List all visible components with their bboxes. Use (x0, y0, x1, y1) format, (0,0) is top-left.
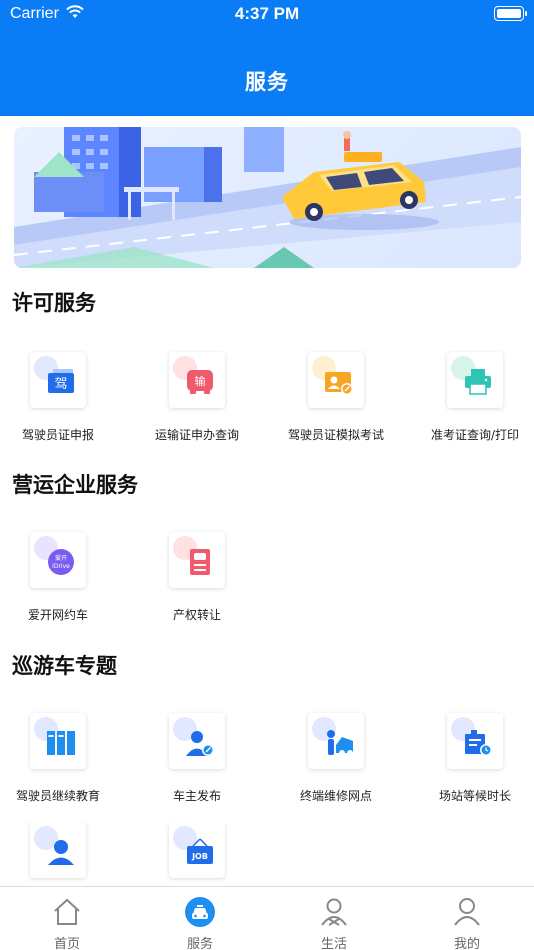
tile-label: 运输证申办查询 (154, 428, 239, 442)
tile-label: 产权转让 (172, 608, 221, 622)
tile-icon-box (169, 532, 225, 588)
svg-text:iDrive: iDrive (52, 563, 70, 570)
tab-label: 生活 (320, 937, 347, 950)
transport-permit-icon: 输 (187, 370, 213, 394)
profile-icon (454, 898, 480, 926)
service-tile-mock-exam[interactable]: 驾驶员证模拟考试 (278, 352, 412, 472)
tile-icon-box (308, 713, 364, 769)
tile-icon-box: 爱开 iDrive (30, 532, 86, 588)
service-tile-job-board[interactable]: JOB (139, 822, 273, 886)
service-tile-owner-publish[interactable]: 车主发布 (139, 713, 273, 833)
service-tile-idrive[interactable]: 爱开 iDrive 爱开网约车 (0, 532, 134, 652)
top-bar: Carrier 4:37 PM 服务 (0, 0, 534, 116)
section-title-cruise-taxi: 巡游车专题 (12, 654, 117, 678)
life-icon (321, 898, 347, 926)
owner-publish-icon (186, 731, 214, 756)
service-tile-station-wait[interactable]: 场站等候时长 (417, 713, 534, 833)
service-tile-driver-license[interactable]: 驾 驾驶员证申报 (0, 352, 134, 472)
banner-illustration (14, 127, 521, 268)
home-icon (54, 898, 80, 925)
mock-exam-icon (325, 372, 353, 395)
battery-icon (494, 6, 527, 21)
service-tile-person[interactable] (0, 822, 134, 886)
status-time: 4:37 PM (234, 4, 300, 23)
tile-label: 驾驶员证模拟考试 (287, 428, 384, 442)
tab-life[interactable]: 生活 (267, 887, 401, 950)
tile-icon-box (447, 352, 503, 408)
tab-services[interactable]: 服务 (133, 887, 267, 950)
tile-icon-box: 驾 (30, 352, 86, 408)
tile-icon-box (169, 713, 225, 769)
tab-label: 服务 (186, 937, 213, 950)
tile-icon-box (308, 352, 364, 408)
books-icon (47, 731, 75, 755)
tile-label: 驾驶员证申报 (21, 428, 94, 442)
service-tile-repair-shop[interactable]: 终端维修网点 (278, 713, 412, 833)
station-wait-icon (465, 730, 492, 756)
ownership-transfer-icon (190, 549, 210, 575)
driver-license-icon: 驾 (48, 369, 74, 393)
printer-icon (465, 369, 491, 395)
svg-text:爱开: 爱开 (55, 554, 67, 562)
section-title-permit: 许可服务 (12, 291, 96, 315)
job-board-icon: JOB (187, 838, 213, 864)
tile-label: 爱开网约车 (27, 608, 88, 622)
service-tile-ownership-transfer[interactable]: 产权转让 (139, 532, 273, 652)
svg-text:输: 输 (195, 374, 206, 388)
promo-banner[interactable] (14, 127, 521, 268)
tile-label: 车主发布 (172, 789, 221, 803)
svg-text:JOB: JOB (191, 852, 208, 861)
tab-profile[interactable]: 我的 (400, 887, 534, 950)
tab-bar: 首页 服务 生活 我的 (0, 886, 534, 950)
tile-icon-box (30, 713, 86, 769)
idrive-icon: 爱开 iDrive (48, 549, 74, 575)
tile-icon-box: 输 (169, 352, 225, 408)
tile-label: 驾驶员继续教育 (15, 789, 100, 803)
tile-icon-box (30, 822, 86, 878)
tab-home[interactable]: 首页 (0, 887, 134, 950)
tile-icon-box (447, 713, 503, 769)
repair-shop-icon (327, 730, 353, 756)
service-tile-continuing-education[interactable]: 驾驶员继续教育 (0, 713, 134, 833)
page-title: 服务 (245, 70, 289, 94)
car-service-icon (185, 897, 215, 927)
svg-text:驾: 驾 (54, 377, 67, 392)
tab-label: 首页 (53, 937, 80, 950)
tile-icon-box: JOB (169, 822, 225, 878)
tile-label: 终端维修网点 (299, 789, 372, 803)
person-icon (48, 840, 74, 865)
service-tile-admission-print[interactable]: 准考证查询/打印 (417, 352, 534, 472)
tile-label: 场站等候时长 (438, 789, 511, 803)
tile-label: 准考证查询/打印 (430, 428, 520, 442)
status-bar: Carrier 4:37 PM (0, 0, 534, 30)
section-title-enterprise: 营运企业服务 (12, 473, 138, 497)
tab-label: 我的 (453, 937, 480, 950)
service-tile-transport-permit[interactable]: 输 运输证申办查询 (139, 352, 273, 472)
